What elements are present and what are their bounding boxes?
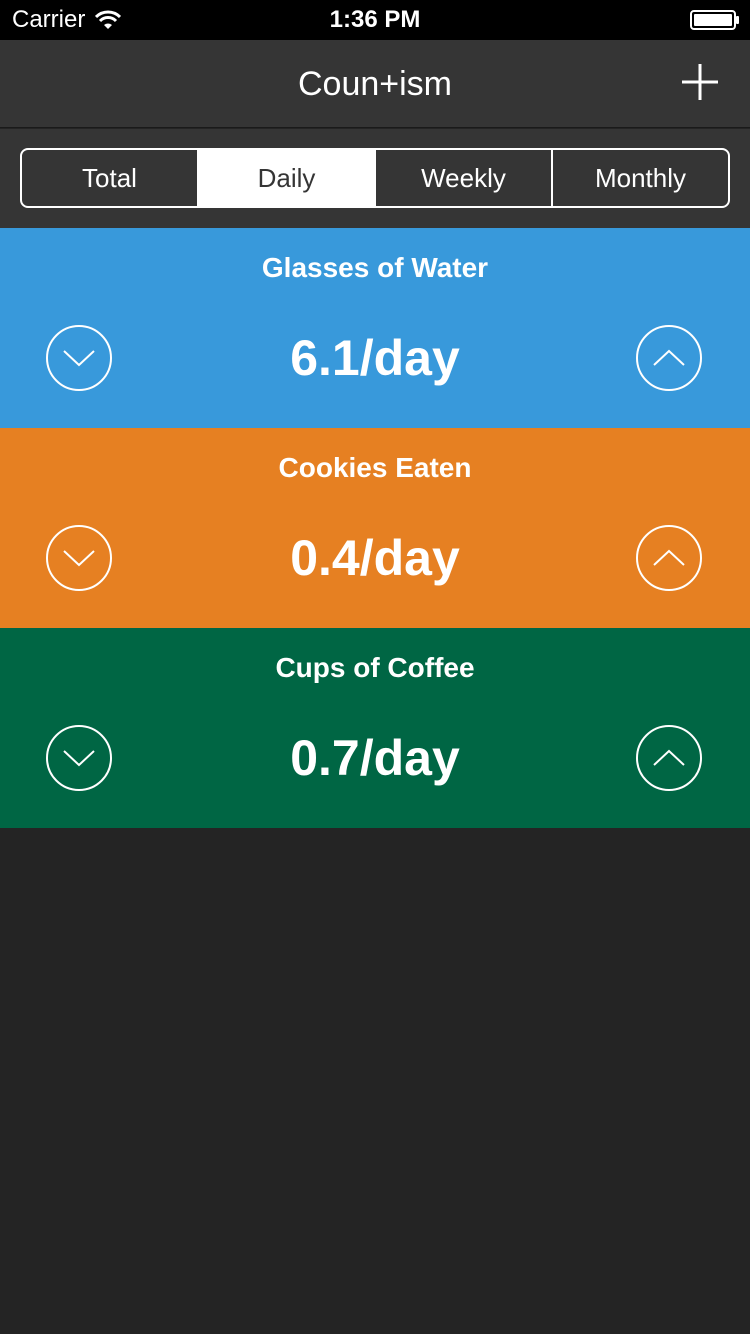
increment-button[interactable] [636,525,702,591]
chevron-down-icon [63,350,95,367]
app-screen: Carrier 1:36 PM Coun+ism Total Daily Wee… [0,0,750,1334]
chevron-up-icon [653,349,685,366]
increment-button[interactable] [636,725,702,791]
battery-icon [690,10,739,30]
counter-value: 0.4/day [290,530,460,586]
segment-total[interactable]: Total [22,150,197,206]
plus-icon [682,64,718,100]
decrement-button[interactable] [46,325,112,391]
decrement-button[interactable] [46,525,112,591]
status-time: 1:36 PM [329,6,421,33]
segment-daily[interactable]: Daily [197,150,374,206]
chevron-down-icon [63,750,95,767]
counter-card-cookies: Cookies Eaten 0.4/day [0,428,750,628]
segment-weekly[interactable]: Weekly [374,150,551,206]
chevron-up-icon [653,749,685,766]
navigation-bar: Coun+ism [0,40,750,128]
counter-value: 0.7/day [290,730,460,786]
period-segment-control: Total Daily Weekly Monthly [20,148,730,208]
segment-monthly[interactable]: Monthly [551,150,728,206]
chevron-up-icon [653,549,685,566]
empty-area [0,828,750,1334]
status-bar: Carrier 1:36 PM [0,0,750,40]
increment-button[interactable] [636,325,702,391]
counter-card-water: Glasses of Water 6.1/day [0,228,750,428]
segment-area: Total Daily Weekly Monthly [0,129,750,228]
page-title: Coun+ism [297,65,452,103]
decrement-button[interactable] [46,725,112,791]
counter-title: Cookies Eaten [278,452,472,483]
counter-value: 6.1/day [290,330,460,386]
counter-title: Glasses of Water [261,252,489,283]
chevron-down-icon [63,550,95,567]
counter-card-coffee: Cups of Coffee 0.7/day [0,628,750,828]
counter-title: Cups of Coffee [275,652,475,683]
add-counter-button[interactable] [680,62,720,102]
